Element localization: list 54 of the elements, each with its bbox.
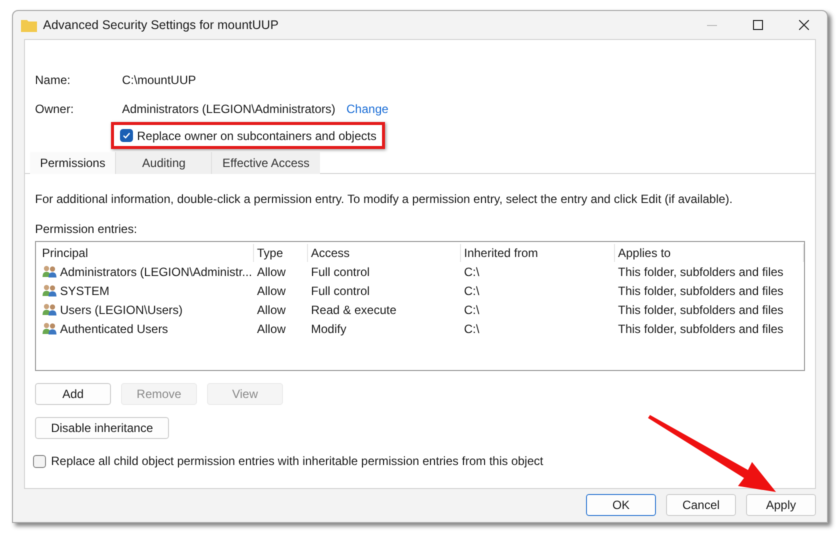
checkbox[interactable] <box>33 454 46 468</box>
table-cell-text: C:\ <box>464 302 480 318</box>
checkbox[interactable] <box>120 129 133 142</box>
table-cell-text: This folder, subfolders and files <box>618 282 784 300</box>
table-cell-text: SYSTEM <box>60 282 110 300</box>
checkbox-label: Replace owner on subcontainers and objects <box>137 128 376 144</box>
table-cell-text: C:\ <box>464 320 480 338</box>
dialog-button[interactable]: Cancel <box>666 494 736 516</box>
table-cell-text: This folder, subfolders and files <box>618 320 784 338</box>
tab[interactable]: Effective Access <box>211 152 320 174</box>
field-value: C:\mountUUP <box>122 72 196 89</box>
maximize-icon <box>753 20 763 30</box>
table-cell-text: Allow <box>257 264 286 280</box>
column-header[interactable]: Inherited from <box>461 244 615 262</box>
table-cell-text: This folder, subfolders and files <box>618 264 784 280</box>
tab[interactable]: Auditing <box>115 152 212 174</box>
change-link[interactable]: Change <box>346 100 388 118</box>
column-header[interactable]: Type <box>254 244 308 262</box>
users-icon <box>42 265 57 278</box>
users-icon <box>42 322 57 335</box>
table-cell-text: Allow <box>257 320 286 338</box>
table-cell-text: C:\ <box>464 282 480 300</box>
table-cell-text: Users (LEGION\Users) <box>60 302 183 318</box>
table-cell-text: Full control <box>311 282 370 300</box>
users-icon <box>42 284 57 297</box>
dialog-button[interactable]: Apply <box>746 494 816 516</box>
disable-inheritance-button[interactable]: Disable inheritance <box>35 417 169 439</box>
column-header[interactable]: Principal <box>39 244 254 262</box>
field-label: Owner: <box>35 101 75 118</box>
table-cell-text: Administrators (LEGION\Administr... <box>60 264 252 280</box>
section-label: Permission entries: <box>35 221 138 238</box>
table-cell-text: Modify <box>311 320 346 338</box>
table-cell-text: Full control <box>311 264 370 280</box>
field-label: Name: <box>35 72 72 89</box>
column-header[interactable]: Access <box>308 244 461 262</box>
table-cell-text: This folder, subfolders and files <box>618 302 784 318</box>
users-icon <box>42 303 57 316</box>
table-cell-text: Authenticated Users <box>60 320 168 338</box>
field-value: Administrators (LEGION\Administrators) <box>122 101 336 118</box>
tab[interactable]: Permissions <box>30 152 116 174</box>
close-icon <box>799 20 809 30</box>
table-cell-text: C:\ <box>464 264 480 280</box>
checkbox-label: Replace all child object permission entries with inheritable permission entries from this object <box>51 453 544 470</box>
folder-icon <box>21 18 37 32</box>
table-cell-text: Allow <box>257 282 286 300</box>
check-icon <box>122 131 131 140</box>
info-text: For additional information, double-click a permission entry. To modify a permission entry, select the entry and click Edit (if available). <box>35 191 734 208</box>
minimize-icon <box>707 24 717 26</box>
table-cell-text: Read & execute <box>311 302 396 318</box>
entry-button[interactable]: Add <box>35 383 111 405</box>
table-cell-text: Allow <box>257 302 286 318</box>
dialog-button[interactable]: OK <box>586 494 656 516</box>
window-title: Advanced Security Settings for mountUUP <box>43 16 279 34</box>
column-header[interactable]: Applies to <box>615 244 804 262</box>
